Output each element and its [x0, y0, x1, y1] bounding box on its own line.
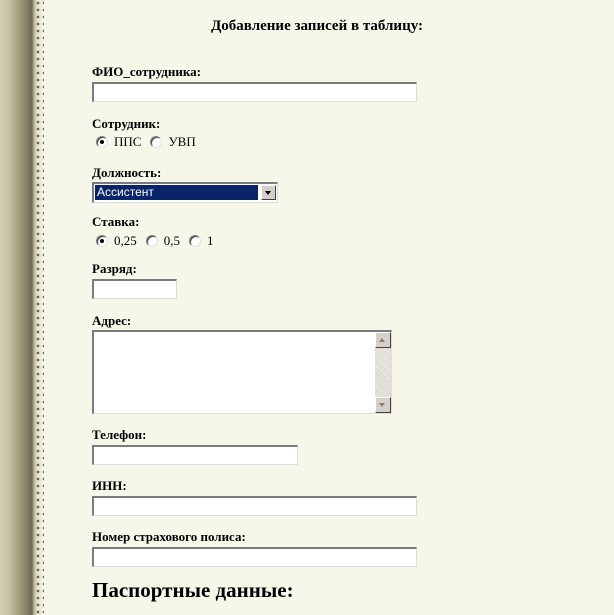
employee-radio-pps[interactable]: [96, 136, 108, 148]
rate-option-025-label: 0,25: [114, 233, 137, 248]
position-label: Должность:: [92, 165, 162, 180]
grade-label: Разряд:: [92, 261, 137, 276]
insurance-input[interactable]: [92, 547, 417, 567]
address-textarea[interactable]: [92, 330, 392, 414]
employee-label: Сотрудник:: [92, 116, 161, 131]
grade-input[interactable]: [92, 279, 177, 299]
fio-label: ФИО_сотрудника:: [92, 64, 201, 79]
inn-label: ИНН:: [92, 478, 127, 493]
scroll-down-arrow-icon[interactable]: [375, 397, 391, 413]
position-select[interactable]: Ассистент: [92, 182, 278, 203]
employee-option-pps-label: ППС: [114, 134, 142, 149]
employee-radio-uvp[interactable]: [150, 136, 163, 148]
rate-label: Ставка:: [92, 214, 140, 229]
rate-radio-1[interactable]: [189, 235, 201, 247]
rate-option-05-label: 0,5: [163, 233, 180, 248]
address-scrollbar[interactable]: [375, 332, 391, 413]
sidebar-torn-edge: [36, 0, 44, 615]
rate-option-1-label: 1: [207, 233, 214, 248]
employee-radio-group: ППС УВП: [96, 134, 205, 150]
rate-radio-group: 0,25 0,5 1: [96, 233, 223, 249]
rate-radio-05[interactable]: [145, 235, 158, 247]
fio-input[interactable]: [92, 82, 417, 102]
form-heading: Добавление записей в таблицу:: [210, 18, 424, 34]
phone-label: Телефон:: [92, 427, 147, 442]
inn-input[interactable]: [92, 496, 417, 516]
dropdown-arrow-icon[interactable]: [261, 185, 276, 200]
insurance-label: Номер страхового полиса:: [92, 529, 246, 544]
employee-option-uvp-label: УВП: [168, 134, 196, 149]
scroll-up-arrow-icon[interactable]: [375, 332, 391, 348]
phone-input[interactable]: [92, 445, 298, 465]
address-label: Адрес:: [92, 313, 132, 328]
passport-section-heading: Паспортные данные:: [92, 578, 294, 602]
rate-radio-025[interactable]: [96, 235, 108, 247]
position-select-value: Ассистент: [95, 185, 258, 200]
